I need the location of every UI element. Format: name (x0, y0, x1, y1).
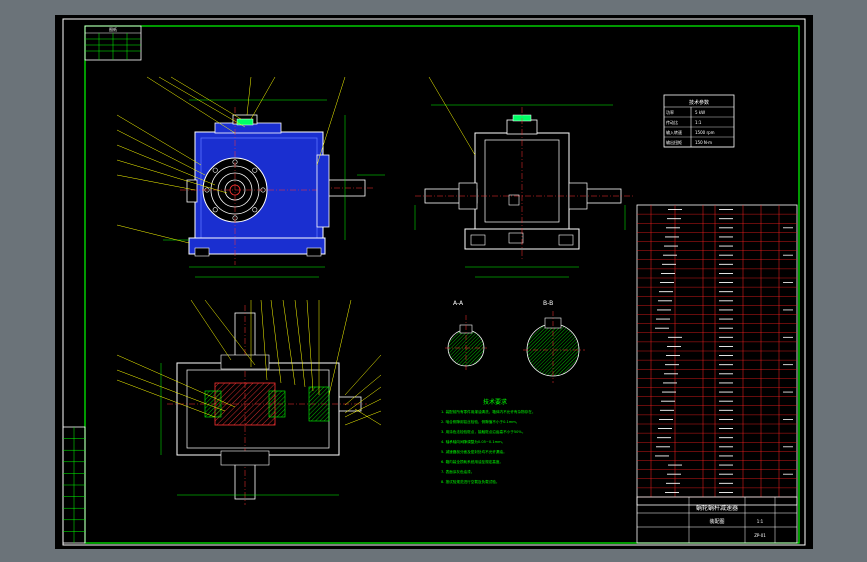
leader-line (190, 299, 232, 361)
spec-value: 150 N·m (695, 140, 712, 145)
leader-line (116, 114, 202, 166)
tech-requirement-item: 2. 啮合侧隙用铅丝检验，侧隙值不小于0.1mm。 (441, 419, 519, 424)
section-view (160, 305, 367, 505)
outer-frame (62, 18, 806, 546)
spec-label: 传动比 (666, 119, 678, 125)
cad-viewport: 图纸 A-A B-B 技术要求 1. 装配前所有零件用煤油清洗，箱体内不允许有杂… (0, 0, 867, 562)
leader-line (116, 224, 190, 244)
title-block-scale: 1:1 (757, 519, 764, 524)
spec-value: 1500 rpm (695, 130, 715, 135)
leader-line (116, 174, 196, 191)
section-bb: B-B (523, 300, 585, 383)
leader-line (316, 76, 346, 166)
leader-line (328, 299, 352, 396)
side-view (414, 104, 633, 278)
tech-requirements: 技术要求 1. 装配前所有零件用煤油清洗，箱体内不允许有杂物存在。 2. 啮合侧隙… (441, 398, 535, 484)
spec-table-title: 技术参数 (689, 99, 709, 106)
leader-line (344, 374, 382, 406)
tech-requirements-title: 技术要求 (483, 398, 507, 406)
tech-requirement-item: 3. 用涂色法检验斑点，接触斑点沿齿高不小于50%。 (441, 429, 525, 434)
tech-requirement-item: 6. 箱内装全损耗系统用油至规定高度。 (441, 459, 503, 464)
title-block: 蜗轮蜗杆减速器 装配图 1:1 ZP-01 (636, 496, 798, 544)
leader-line (344, 354, 382, 396)
section-bb-label: B-B (543, 300, 553, 307)
leader-line (428, 76, 476, 156)
title-block-code: ZP-01 (754, 533, 766, 538)
tech-requirement-item: 8. 按试验规范进行空载及负载试验。 (441, 479, 499, 484)
corner-table: 图纸 (84, 25, 142, 61)
tech-requirement-item: 1. 装配前所有零件用煤油清洗，箱体内不允许有杂物存在。 (441, 409, 535, 414)
leader-line (116, 129, 206, 176)
tech-requirement-item: 5. 减速器剖分面及密封处均不允许漏油。 (441, 449, 507, 454)
spec-value: 1:1 (695, 120, 702, 125)
title-block-subtitle: 装配图 (709, 518, 724, 525)
leader-line (354, 408, 382, 426)
spec-label: 输出扭矩 (666, 139, 682, 145)
revision-table (62, 426, 86, 544)
section-aa: A-A (445, 300, 487, 371)
leader-line (170, 76, 242, 120)
corner-table-title: 图纸 (109, 26, 117, 32)
leader-line (158, 76, 246, 128)
drawing-sheet: 图纸 A-A B-B 技术要求 1. 装配前所有零件用煤油清洗，箱体内不允许有杂… (55, 15, 813, 549)
spec-value: 5 kW (695, 110, 705, 115)
assembly-drawing: 图纸 A-A B-B 技术要求 1. 装配前所有零件用煤油清洗，箱体内不允许有杂… (62, 18, 806, 546)
vent-plug-icon (236, 118, 254, 126)
section-aa-label: A-A (453, 300, 464, 307)
tech-requirement-item: 4. 轴承轴向间隙调整为0.05~0.1mm。 (441, 439, 505, 444)
leader-line (146, 76, 236, 134)
tech-requirement-item: 7. 表面涂灰色油漆。 (441, 469, 474, 474)
leader-line (344, 410, 382, 426)
spec-label: 输入转速 (666, 129, 682, 135)
bom-table (636, 204, 798, 506)
spec-label: 功率 (666, 109, 674, 115)
leader-line (250, 76, 276, 120)
front-view (163, 99, 385, 278)
title-block-title: 蜗轮蜗杆减速器 (696, 504, 738, 512)
spec-table: 技术参数 功率 5 kW 传动比 1:1 输入转速 1500 rpm 输出扭矩 150 N·m (663, 94, 735, 148)
leader-line (246, 76, 252, 116)
